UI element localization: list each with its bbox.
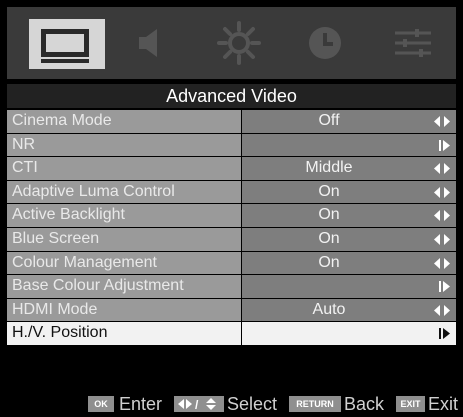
- svg-text:/: /: [195, 398, 199, 412]
- menu-item-value: On: [242, 227, 456, 251]
- menu-title: Advanced Video: [7, 84, 456, 108]
- menu-item-hdmi-mode[interactable]: HDMI Mode Auto: [7, 298, 456, 323]
- menu-item-value: On: [242, 251, 456, 275]
- menu-item-value: Off: [242, 110, 456, 133]
- menu-item-label: H./V. Position: [7, 322, 241, 345]
- menu-item-adaptive-luma-control[interactable]: Adaptive Luma Control On: [7, 180, 456, 205]
- navigate-arrows-icon: /: [174, 396, 224, 412]
- menu-list: Cinema Mode Off NR CTI Middle Adaptive L…: [7, 110, 456, 346]
- right-arrow-icon: [439, 328, 450, 340]
- menu-item-value: On: [242, 180, 456, 204]
- menu-item-label: HDMI Mode: [7, 298, 241, 322]
- picture-icon[interactable]: [29, 19, 105, 69]
- return-key-badge: RETURN: [289, 396, 341, 412]
- menu-item-nr[interactable]: NR: [7, 133, 456, 158]
- menu-icon-bar: [7, 7, 456, 79]
- menu-item-cti[interactable]: CTI Middle: [7, 157, 456, 181]
- help-bar: OK Enter / Select RETURN Back EXIT Exit: [0, 392, 463, 416]
- menu-item-value: [242, 133, 456, 157]
- left-right-arrow-icon: [434, 163, 450, 175]
- exit-key-badge: EXIT: [396, 396, 425, 412]
- timer-icon[interactable]: [299, 17, 351, 69]
- menu-item-blue-screen[interactable]: Blue Screen On: [7, 227, 456, 252]
- select-label: Select: [227, 394, 278, 414]
- settings-icon[interactable]: [213, 17, 265, 69]
- menu-item-label: CTI: [7, 157, 241, 180]
- menu-item-label: Blue Screen: [7, 227, 241, 251]
- menu-item-value: [242, 275, 456, 298]
- menu-item-label: Cinema Mode: [7, 110, 241, 133]
- menu-item-hv-position[interactable]: H./V. Position: [7, 322, 456, 346]
- enter-label: Enter: [119, 394, 163, 414]
- left-right-arrow-icon: [434, 304, 450, 316]
- menu-item-base-colour-adjustment[interactable]: Base Colour Adjustment: [7, 275, 456, 299]
- left-right-arrow-icon: [434, 116, 450, 127]
- sound-icon[interactable]: [127, 17, 179, 69]
- menu-item-label: NR: [7, 133, 241, 157]
- exit-label: Exit: [428, 394, 459, 414]
- right-arrow-icon: [439, 139, 450, 151]
- screen-stand: [41, 59, 89, 63]
- ok-key-badge: OK: [88, 396, 114, 412]
- menu-item-colour-management[interactable]: Colour Management On: [7, 251, 456, 276]
- menu-item-value: [242, 322, 456, 345]
- screen-frame: [41, 29, 89, 57]
- back-label: Back: [344, 394, 385, 414]
- left-right-arrow-icon: [434, 186, 450, 198]
- left-right-arrow-icon: [434, 233, 450, 245]
- menu-item-value: Auto: [242, 298, 456, 322]
- right-arrow-icon: [439, 281, 450, 293]
- menu-item-label: Adaptive Luma Control: [7, 180, 241, 204]
- menu-item-label: Active Backlight: [7, 204, 241, 227]
- menu-item-label: Base Colour Adjustment: [7, 275, 241, 298]
- setup-icon[interactable]: [387, 17, 439, 69]
- left-right-arrow-icon: [434, 210, 450, 222]
- menu-item-active-backlight[interactable]: Active Backlight On: [7, 204, 456, 228]
- left-right-arrow-icon: [434, 257, 450, 269]
- tv-osd: Advanced Video Cinema Mode Off NR CTI Mi…: [0, 0, 463, 416]
- menu-item-label: Colour Management: [7, 251, 241, 275]
- menu-item-cinema-mode[interactable]: Cinema Mode Off: [7, 110, 456, 134]
- menu-item-value: On: [242, 204, 456, 227]
- menu-item-value: Middle: [242, 157, 456, 180]
